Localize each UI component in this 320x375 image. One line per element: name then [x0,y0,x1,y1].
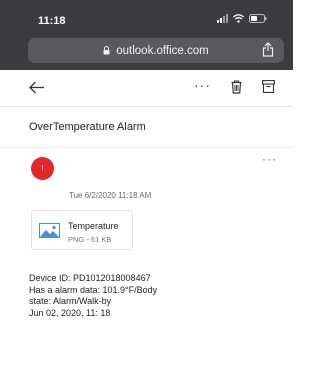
body-line: Has a alarm data: 101.9°F/Body [29,284,158,295]
battery-icon [249,14,267,23]
email-subject: OverTemperature Alarm [29,121,146,133]
signal-icon [217,14,228,23]
mail-toolbar: ··· [0,70,293,107]
wifi-icon [233,14,244,23]
attachment-meta: PNG - 61 KB [68,235,112,244]
lock-icon [103,46,110,55]
back-arrow-icon[interactable] [28,81,45,94]
more-options-icon[interactable]: ··· [194,77,211,93]
email-body: Device ID: PD1012018008467 Has a alarm d… [29,273,279,319]
body-line: Device ID: PD1012018008467 [29,273,151,283]
body-line: Jun 02, 2020, 11: 18 [29,307,111,318]
attachment-name: Temperature [68,221,119,231]
phone-screen: 11:18 outlook.office.com ··· OverTempera… [0,0,293,375]
attachment-card[interactable]: Temperature PNG - 61 KB [31,210,133,250]
address-bar[interactable]: outlook.office.com [28,38,284,63]
trash-icon[interactable] [231,80,242,94]
body-line: state: Alarm/Walk-by [29,296,112,306]
image-file-icon [39,223,60,238]
email-date: Tue 6/2/2020 11:18 AM [69,191,152,200]
url-text: outlook.office.com [116,44,209,57]
share-icon[interactable] [262,42,274,57]
browser-chrome: 11:18 outlook.office.com [0,0,293,70]
subject-row: OverTemperature Alarm [0,107,293,148]
status-icons [217,14,267,23]
archive-icon[interactable] [262,80,275,93]
message-more-icon[interactable]: ··· [262,152,277,166]
status-time: 11:18 [38,15,66,27]
sender-avatar[interactable]: ! [31,157,54,180]
